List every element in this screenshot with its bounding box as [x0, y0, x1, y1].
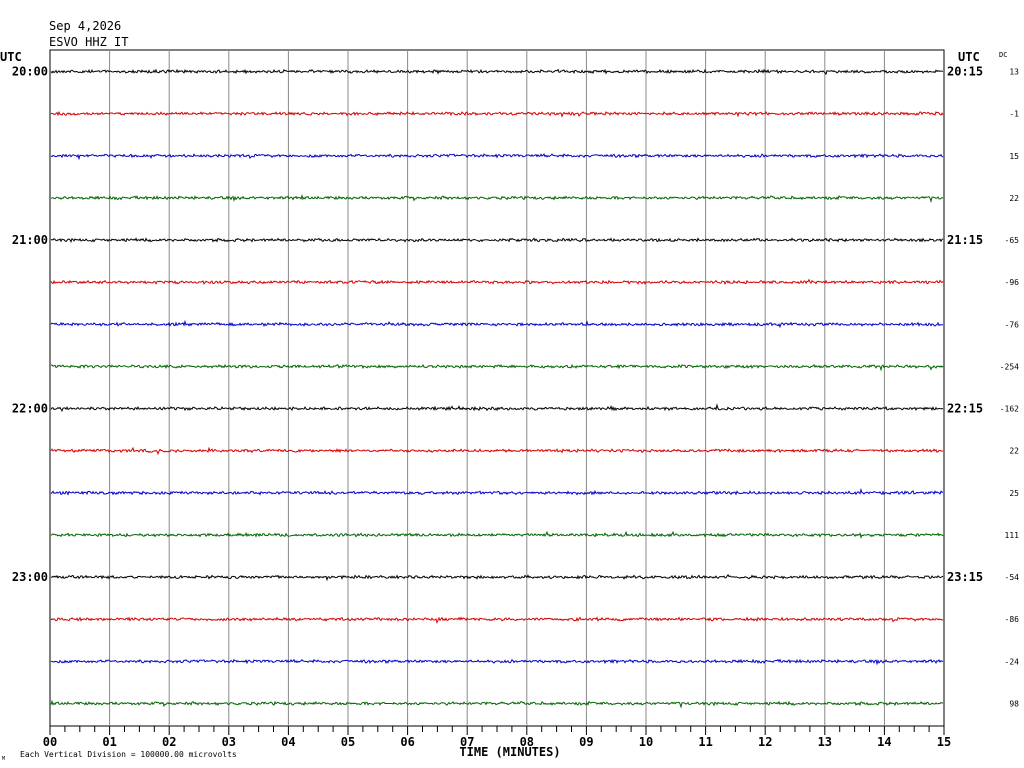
dc-value: -162 [1000, 405, 1019, 414]
dc-value: 111 [1005, 531, 1020, 540]
dc-value: 25 [1009, 489, 1019, 498]
x-tick-label: 11 [698, 735, 712, 749]
seismic-trace [50, 319, 944, 329]
left-hour-labels: 20:00 21:00 22:00 23:00 [12, 65, 48, 585]
plot-frame [49, 49, 945, 727]
dc-value: -96 [1005, 278, 1020, 287]
right-hour-label: 21:15 [947, 233, 983, 247]
right-hour-label: 22:15 [947, 402, 983, 416]
dc-value: 22 [1009, 194, 1019, 203]
seismic-trace [50, 658, 944, 666]
x-tick-label: 01 [102, 735, 116, 749]
seismic-trace [50, 193, 944, 204]
left-hour-label: 21:00 [12, 233, 48, 247]
helicorder-chart: Sep 4,2026 ESVO HHZ IT UTC UTC DC 20:002… [0, 19, 1019, 762]
seismic-trace [50, 699, 944, 709]
x-axis-title: TIME (MINUTES) [459, 745, 560, 759]
dc-value: 98 [1009, 700, 1019, 709]
x-tick-label: 05 [341, 735, 355, 749]
left-hour-label: 20:00 [12, 65, 48, 79]
seismic-trace [50, 487, 944, 496]
x-tick-label: 10 [639, 735, 653, 749]
dc-value: -65 [1005, 236, 1020, 245]
dc-value: -54 [1005, 573, 1020, 582]
seismic-trace [50, 403, 944, 412]
x-tick-label: 04 [281, 735, 295, 749]
minute-grid [109, 50, 885, 726]
x-tick-label: 14 [877, 735, 891, 749]
seismic-trace [50, 616, 944, 624]
dc-value: -76 [1005, 320, 1020, 329]
dc-value: -24 [1005, 657, 1020, 666]
right-hour-label: 20:15 [947, 65, 983, 79]
x-tick-label: 13 [818, 735, 832, 749]
dc-header: DC [999, 51, 1007, 59]
x-tick-label: 06 [400, 735, 414, 749]
x-tick-label: 02 [162, 735, 176, 749]
x-tick-label: 00 [43, 735, 57, 749]
scale-note: Each Vertical Division = 100000.00 micro… [20, 750, 237, 759]
x-tick-label: 15 [937, 735, 951, 749]
seismic-trace [50, 446, 944, 456]
dc-value: 15 [1009, 152, 1019, 161]
dc-value: 13 [1009, 68, 1019, 77]
right-hour-label: 23:15 [947, 570, 983, 584]
seismic-trace [50, 237, 944, 243]
trace-group [50, 68, 944, 709]
x-tick-label: 09 [579, 735, 593, 749]
left-utc-label: UTC [0, 50, 22, 64]
seismic-trace [50, 68, 944, 76]
x-tick-label: 12 [758, 735, 772, 749]
left-hour-label: 22:00 [12, 402, 48, 416]
right-utc-label: UTC [958, 50, 980, 64]
station-label: ESVO HHZ IT [49, 35, 128, 49]
seismic-trace [50, 153, 944, 161]
right-hour-labels: 20:15 21:15 22:15 23:15 [947, 65, 983, 585]
dc-value: -254 [1000, 362, 1019, 371]
corner-mark: M [2, 756, 5, 762]
dc-values: 13 -1 15 22 -65 -96 -76 -254 -162 22 25 111 -54 -86 -2… [1000, 68, 1019, 709]
dc-value: -1 [1009, 110, 1019, 119]
left-hour-label: 23:00 [12, 570, 48, 584]
seismic-trace [50, 363, 944, 372]
date-label: Sep 4,2026 [49, 19, 121, 33]
x-tick-label: 03 [222, 735, 236, 749]
dc-value: 22 [1009, 447, 1019, 456]
seismic-trace [50, 530, 944, 539]
dc-value: -86 [1005, 615, 1020, 624]
seismic-trace [50, 110, 944, 118]
seismic-trace [50, 573, 944, 582]
seismic-trace [50, 278, 944, 285]
